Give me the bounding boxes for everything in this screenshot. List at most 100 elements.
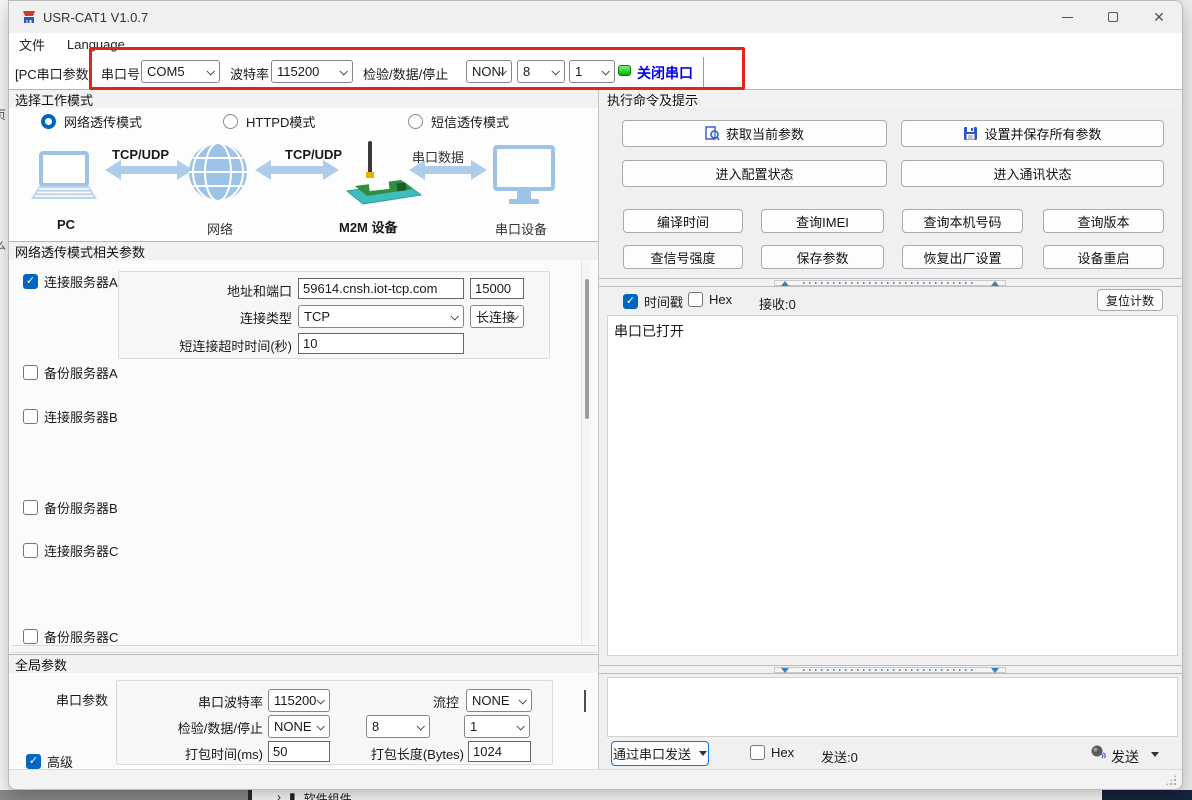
serial-device-monitor-icon <box>495 147 553 204</box>
scrollbar-thumb[interactable] <box>585 279 589 419</box>
factory-reset-button[interactable]: 恢复出厂设置 <box>902 245 1023 269</box>
receive-log-area[interactable]: 串口已打开 <box>607 315 1178 656</box>
send-via-serial-button[interactable]: 通过串口发送 <box>611 741 709 766</box>
splitter-horizontal[interactable] <box>599 278 1183 287</box>
conn-type-select[interactable]: TCP <box>298 305 464 328</box>
port-select[interactable]: COM5 <box>141 60 220 83</box>
set-save-all-params-button[interactable]: 设置并保存所有参数 <box>901 120 1164 147</box>
checkbox-backup-server-b[interactable]: 备份服务器B <box>23 498 118 517</box>
serial-toolbar: [PC串口参数] 串口号 COM5 波特率 115200 检验/数据/停止 NO… <box>9 55 1182 89</box>
checkbox-recv-hex[interactable]: Hex <box>688 292 732 307</box>
radio-sms-mode[interactable]: 短信透传模式 <box>408 112 509 131</box>
query-version-button[interactable]: 查询版本 <box>1043 209 1164 233</box>
splitter-handle[interactable] <box>774 667 1006 673</box>
splitter-horizontal[interactable] <box>599 665 1183 674</box>
enter-config-state-button[interactable]: 进入配置状态 <box>622 160 887 187</box>
menu-language[interactable]: Language <box>67 37 125 52</box>
short-conn-timeout-label: 短连接超时时间(秒) <box>129 336 292 355</box>
checkbox-timestamp[interactable]: 时间戳 <box>623 292 683 311</box>
close-button[interactable]: ✕ <box>1136 1 1182 33</box>
background-bottom-strip: › ▮ 软件组件 <box>0 790 1192 800</box>
net-params-section-header: 网络透传模式相关参数 <box>9 241 598 260</box>
close-icon: ✕ <box>1153 10 1165 24</box>
dropdown-arrow-icon <box>699 751 707 756</box>
flow-control-select[interactable]: NONE <box>466 689 532 712</box>
checkbox-icon <box>23 500 38 515</box>
parity-select[interactable]: NONI <box>466 60 512 83</box>
checkbox-send-hex[interactable]: Hex <box>750 745 794 760</box>
checkbox-icon <box>750 745 765 760</box>
server-port-input[interactable]: 15000 <box>470 278 524 299</box>
close-port-button[interactable]: 关闭串口 <box>637 63 693 83</box>
global-baud-label: 串口波特率 <box>159 692 263 711</box>
serial-params-label: 串口参数 <box>56 690 108 709</box>
global-parity-select[interactable]: NONE <box>268 715 330 738</box>
checkbox-icon <box>23 629 38 644</box>
network-globe-icon <box>189 143 247 201</box>
checkbox-backup-server-c[interactable]: 备份服务器C <box>23 627 118 646</box>
device-restart-button[interactable]: 设备重启 <box>1043 245 1164 269</box>
chevron-down-icon <box>206 67 214 75</box>
radio-icon <box>408 114 423 129</box>
timeout-input[interactable]: 10 <box>298 333 464 354</box>
radio-net-transparent-mode[interactable]: 网络透传模式 <box>41 112 142 131</box>
get-params-button[interactable]: 获取当前参数 <box>622 120 887 147</box>
receive-log-text: 串口已打开 <box>614 323 684 339</box>
background-window-label: 软件组件 <box>304 790 352 800</box>
diagram-node-label: M2M 设备 <box>339 217 398 236</box>
chevron-down-icon <box>551 67 559 75</box>
query-phone-number-button[interactable]: 查询本机号码 <box>902 209 1023 233</box>
app-window: USR-CAT1 V1.0.7 ✕ 文件 Language [PC串口参数] 串… <box>8 0 1183 790</box>
maximize-button[interactable] <box>1090 1 1136 33</box>
global-baud-select[interactable]: 115200 <box>268 689 330 712</box>
global-stopbits-select[interactable]: 1 <box>464 715 530 738</box>
query-signal-button[interactable]: 查信号强度 <box>623 245 743 269</box>
checkbox-connect-server-b[interactable]: 连接服务器B <box>23 407 118 426</box>
mini-scrollbar-thumb[interactable] <box>584 690 586 712</box>
params-vertical-scrollbar[interactable] <box>581 261 591 644</box>
server-address-input[interactable]: 59614.cnsh.iot-tcp.com <box>298 278 464 299</box>
menu-file[interactable]: 文件 <box>19 35 45 54</box>
settings-panel: 选择工作模式 网络透传模式 HTTPD模式 短信透传模式 <box>9 89 599 771</box>
resize-grip[interactable] <box>1166 775 1176 785</box>
global-databits-select[interactable]: 8 <box>366 715 430 738</box>
checkbox-icon <box>23 365 38 380</box>
checkbox-connect-server-a[interactable]: 连接服务器A <box>23 272 118 291</box>
save-floppy-icon <box>963 126 978 141</box>
enter-comm-state-button[interactable]: 进入通讯状态 <box>901 160 1164 187</box>
reset-counter-button[interactable]: 复位计数 <box>1097 289 1163 311</box>
pack-time-input[interactable]: 50 <box>268 741 330 762</box>
send-dropdown-arrow-icon[interactable] <box>1151 752 1159 757</box>
databits-select[interactable]: 8 <box>517 60 565 83</box>
toolbar-separator <box>703 57 704 87</box>
checkbox-connect-server-c[interactable]: 连接服务器C <box>23 541 118 560</box>
port-label: 串口号 <box>101 64 140 83</box>
send-input-area[interactable] <box>607 677 1178 737</box>
collapse-down-icon <box>991 668 999 673</box>
compile-time-button[interactable]: 编译时间 <box>623 209 743 233</box>
minimize-icon <box>1062 17 1073 18</box>
save-params-button[interactable]: 保存参数 <box>761 245 884 269</box>
baud-label: 波特率 <box>230 64 269 83</box>
stopbits-select[interactable]: 1 <box>569 60 615 83</box>
params-horizontal-scrollbar[interactable] <box>11 645 597 653</box>
chevron-down-icon <box>516 722 524 730</box>
global-pds-label: 检验/数据/停止 <box>159 718 263 737</box>
component-icon: ▮ <box>289 790 296 800</box>
baud-select[interactable]: 115200 <box>271 60 353 83</box>
query-imei-button[interactable]: 查询IMEI <box>761 209 884 233</box>
radio-httpd-mode[interactable]: HTTPD模式 <box>223 112 315 131</box>
pack-length-input[interactable]: 1024 <box>468 741 531 762</box>
checkbox-checked-icon <box>623 294 638 309</box>
pc-serial-group-label: [PC串口参数] <box>15 64 92 83</box>
app-logo-icon <box>21 9 37 25</box>
collapse-up-icon <box>781 281 789 286</box>
minimize-button[interactable] <box>1044 1 1090 33</box>
pack-length-label: 打包长度(Bytes) <box>354 744 464 763</box>
send-button[interactable]: 发送 <box>1111 747 1139 767</box>
keepalive-select[interactable]: 长连接 <box>470 305 524 328</box>
addr-port-label: 地址和端口 <box>149 281 292 300</box>
splitter-handle[interactable] <box>774 280 1006 286</box>
title-bar[interactable]: USR-CAT1 V1.0.7 ✕ <box>9 1 1182 33</box>
checkbox-backup-server-a[interactable]: 备份服务器A <box>23 363 118 382</box>
